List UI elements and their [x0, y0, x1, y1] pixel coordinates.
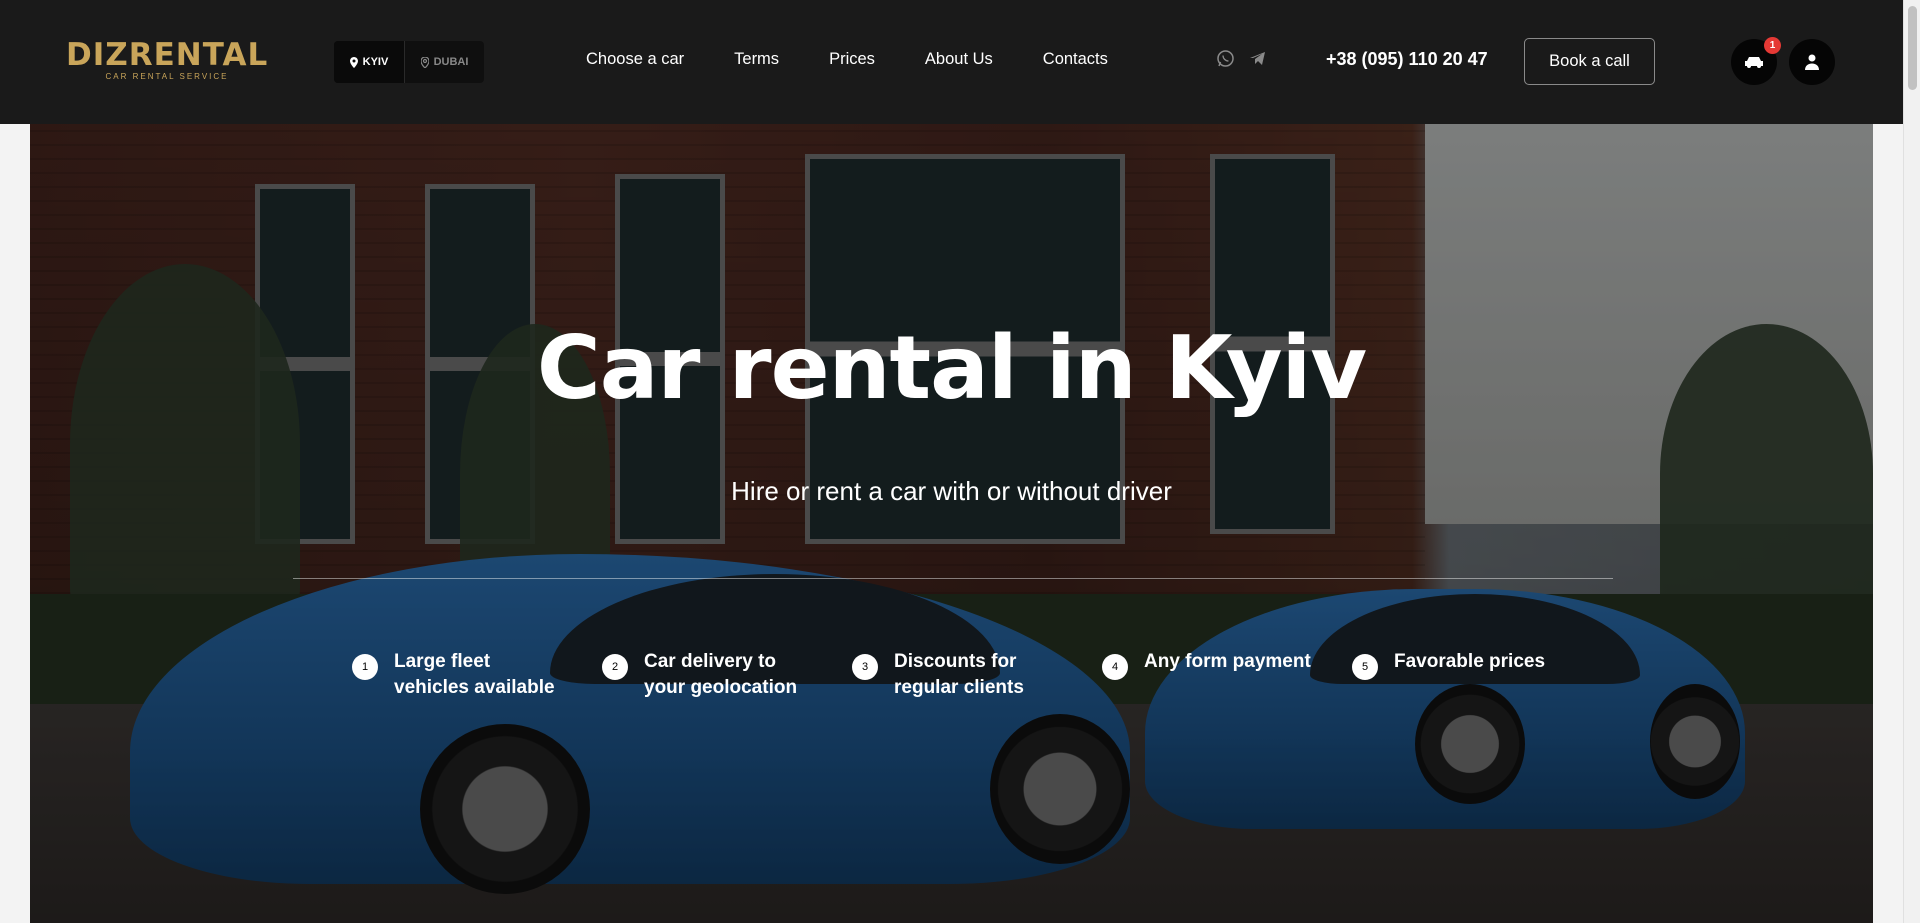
feature-text: Favorable prices [1394, 651, 1546, 672]
scrollbar-thumb[interactable] [1908, 6, 1917, 90]
city-switcher: KYIV DUBAI [334, 41, 484, 83]
city-kyiv[interactable]: KYIV [334, 41, 404, 83]
feature-text: Car delivery to your geolocation [644, 651, 798, 698]
feature-number: 5 [1352, 654, 1378, 680]
cart-button[interactable]: 1 [1731, 37, 1781, 85]
city-kyiv-label: KYIV [362, 56, 389, 68]
feature-number: 4 [1102, 654, 1128, 680]
feature-number: 1 [352, 654, 378, 680]
logo[interactable]: DIZRENTAL CAR RENTAL SERVICE [66, 40, 268, 84]
nav-terms[interactable]: Terms [734, 50, 779, 69]
telegram-icon[interactable] [1248, 49, 1267, 68]
feature-item: 4 Any form payment [1102, 649, 1352, 701]
feature-number: 2 [602, 654, 628, 680]
nav-contacts[interactable]: Contacts [1043, 50, 1108, 69]
city-dubai[interactable]: DUBAI [404, 41, 484, 83]
logo-subtitle: CAR RENTAL SERVICE [105, 72, 229, 81]
feature-text: Any form payment [1144, 651, 1311, 672]
hero-dark-overlay [30, 124, 1873, 923]
cart-count-badge: 1 [1764, 37, 1781, 54]
feature-item: 3 Discounts for regular clients [852, 649, 1102, 701]
hero-subtitle: Hire or rent a car with or without drive… [731, 476, 1172, 506]
whatsapp-icon[interactable] [1216, 49, 1235, 68]
feature-item: 5 Favorable prices [1352, 649, 1602, 701]
feature-text: Discounts for regular clients [894, 651, 1024, 698]
car-icon [1745, 57, 1763, 68]
feature-text: Large fleet vehicles available [394, 651, 555, 698]
location-pin-icon [349, 56, 358, 68]
feature-number: 3 [852, 654, 878, 680]
hero-section: Car rental in Kyiv Hire or rent a car wi… [30, 124, 1873, 923]
hero-divider [293, 578, 1613, 579]
book-a-call-button[interactable]: Book a call [1524, 38, 1655, 85]
logo-text: DIZRENTAL [66, 37, 269, 73]
site-header: DIZRENTAL CAR RENTAL SERVICE KYIV DUBAI … [0, 0, 1903, 124]
messenger-links [1216, 49, 1267, 68]
feature-list: 1 Large fleet vehicles available 2 Car d… [352, 649, 1602, 701]
nav-about-us[interactable]: About Us [925, 50, 993, 69]
main-nav: Choose a car Terms Prices About Us Conta… [586, 50, 1158, 69]
city-dubai-label: DUBAI [433, 56, 469, 68]
location-pin-icon [420, 56, 429, 68]
nav-prices[interactable]: Prices [829, 50, 875, 69]
hero-title: Car rental in Kyiv [536, 317, 1367, 419]
feature-item: 1 Large fleet vehicles available [352, 649, 602, 701]
page-scrollbar[interactable] [1903, 0, 1920, 923]
user-icon [1805, 54, 1819, 70]
feature-item: 2 Car delivery to your geolocation [602, 649, 852, 701]
nav-choose-a-car[interactable]: Choose a car [586, 50, 684, 69]
user-account-button[interactable] [1789, 39, 1835, 85]
phone-number[interactable]: +38 (095) 110 20 47 [1326, 49, 1488, 70]
